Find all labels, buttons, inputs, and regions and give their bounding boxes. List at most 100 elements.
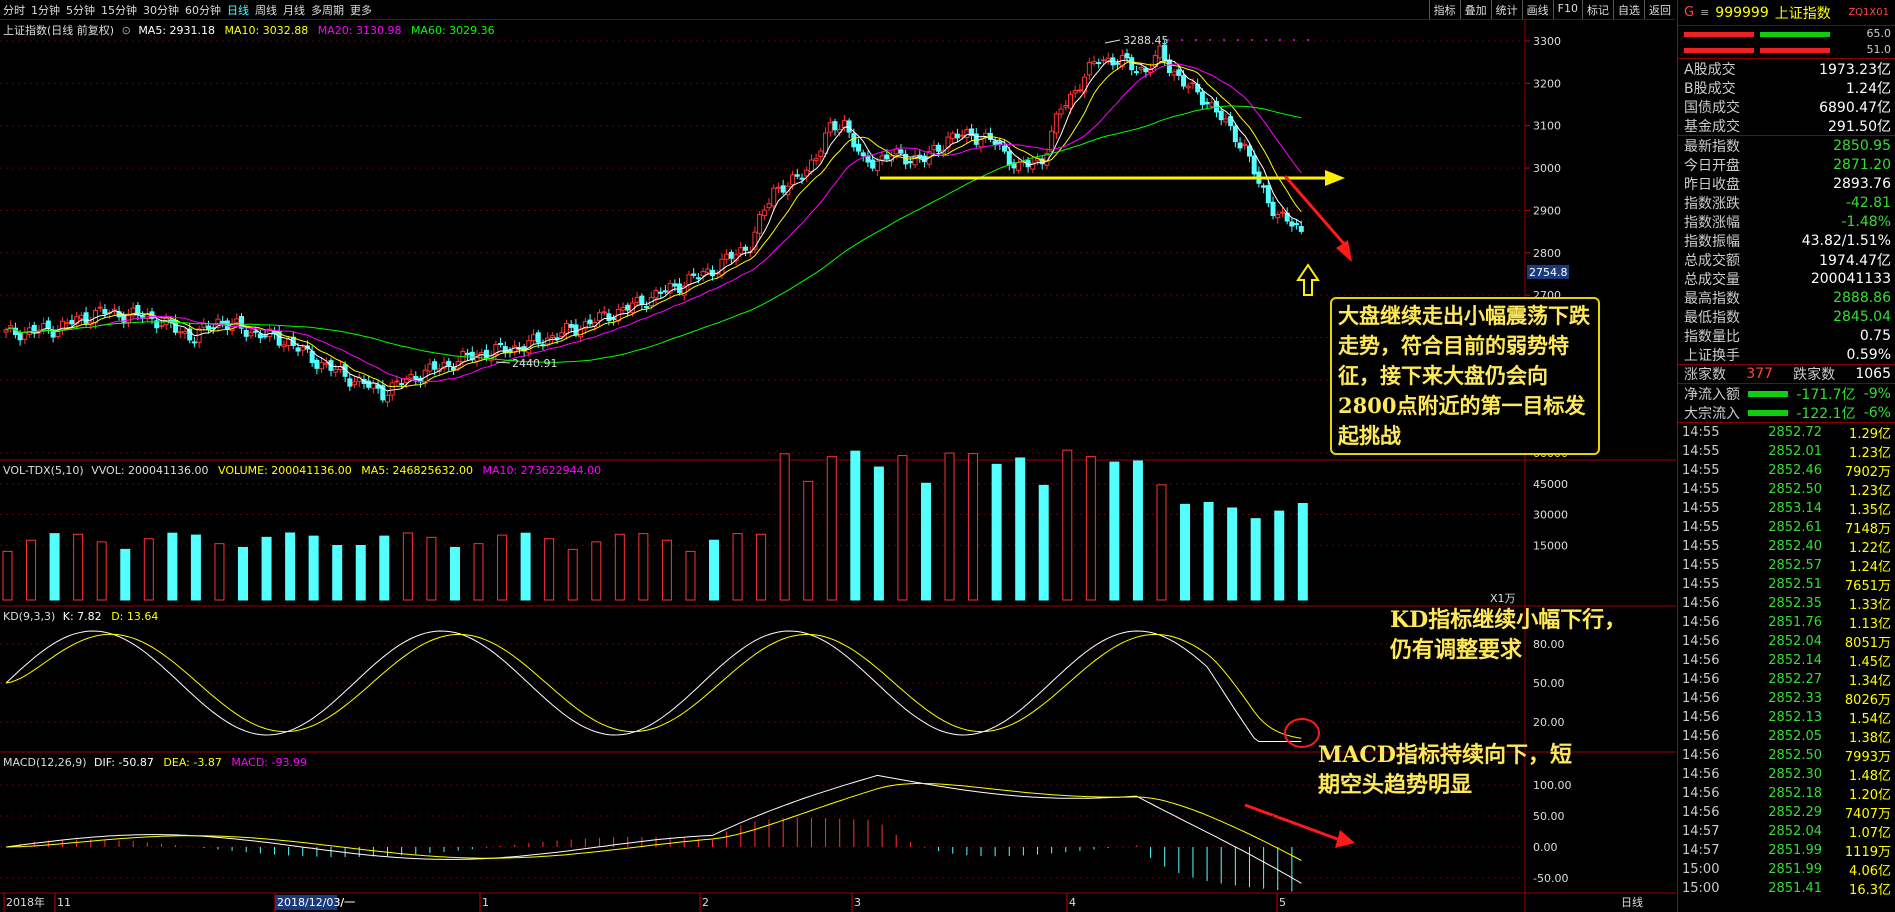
stat-label: 指数量比 [1684, 328, 1740, 345]
tick-time: 14:56 [1682, 615, 1720, 630]
stat-label: A股成交 [1684, 61, 1736, 78]
candle-body [1181, 75, 1187, 87]
candle-body [535, 332, 541, 343]
candle-body [813, 158, 819, 162]
tick-price: 2852.13 [1768, 710, 1822, 725]
candle-body [1063, 105, 1069, 108]
volume-bar [567, 548, 578, 601]
quote-panel: G ≡ 999999 上证指数 ZQ1X01 65.0 51.0 A股成交 197… [1677, 0, 1895, 912]
candle-body [314, 359, 320, 369]
mark-button[interactable]: 标记 [1582, 0, 1613, 19]
marker-dot [1167, 39, 1169, 41]
volume-bar [308, 535, 319, 601]
candle-body [573, 324, 579, 336]
stats-button[interactable]: 统计 [1490, 0, 1522, 19]
tick-row: 14:55 2852.51 7651万 [1678, 575, 1895, 594]
indicator-button[interactable]: 指标 [1428, 0, 1460, 19]
overlay-button[interactable]: 叠加 [1459, 0, 1491, 19]
candle-body [879, 155, 885, 161]
tick-time: 14:57 [1682, 824, 1720, 839]
tick-price: 2851.76 [1768, 615, 1822, 630]
candle-body [45, 320, 51, 329]
stat-value: 291.50亿 [1828, 118, 1891, 135]
stat-row: 上证换手 0.59% [1678, 345, 1895, 364]
tick-list[interactable]: 14:55 2852.72 1.29亿 14:55 2852.01 1.23亿 14:55 2… [1678, 422, 1895, 898]
advance-decline: 涨家数 377 跌家数 1065 [1678, 364, 1895, 383]
f10-button[interactable]: F10 [1552, 0, 1582, 19]
index-title: 上证指数 [1774, 5, 1831, 22]
tab-weekly[interactable]: 周线 [255, 2, 277, 18]
candle-body [243, 329, 249, 337]
tab-1min[interactable]: 1分钟 [31, 2, 60, 18]
candle-body [347, 378, 353, 387]
tick-row: 15:00 2851.41 16.3亿 [1678, 879, 1895, 898]
stat-label: 最低指数 [1684, 309, 1740, 326]
candle-body [644, 306, 650, 309]
candle-body [78, 314, 84, 320]
candle-body [757, 213, 763, 234]
tick-volume: 1.23亿 [1849, 484, 1891, 499]
macd-name: MACD(12,26,9) [3, 756, 87, 769]
candle-body [700, 271, 706, 277]
candle-body [1275, 214, 1281, 219]
volume-bar [968, 453, 979, 601]
volume-bar [779, 453, 790, 601]
candle-body [559, 332, 565, 338]
tick-time: 14:55 [1682, 444, 1720, 459]
volume-bar [190, 534, 201, 601]
tab-30min[interactable]: 30分钟 [143, 2, 179, 18]
candle-body [1058, 108, 1064, 115]
candle-body [1237, 142, 1243, 149]
tick-time: 14:56 [1682, 748, 1720, 763]
candle-body [1143, 68, 1149, 73]
tab-60min[interactable]: 60分钟 [185, 2, 221, 18]
tick-row: 14:57 2851.99 1119万 [1678, 841, 1895, 860]
candle-body [874, 160, 880, 172]
watchlist-button[interactable]: 自选 [1613, 0, 1644, 19]
volume-bar [261, 536, 272, 601]
date-label: 3 [854, 896, 861, 909]
tick-row: 14:55 2853.14 1.35亿 [1678, 499, 1895, 518]
candle-body [1072, 90, 1078, 94]
candle-body [446, 360, 452, 366]
stat-label: 昨日收盘 [1684, 176, 1740, 193]
vvol-value: VVOL: 200041136.00 [91, 464, 209, 477]
settings-icon[interactable]: ⊙ [122, 24, 131, 37]
candle-body [823, 132, 829, 154]
candle-body [611, 317, 617, 321]
candle-body [936, 144, 942, 152]
ma60-value: MA60: 3029.36 [410, 24, 495, 37]
menu-icon[interactable]: ≡ [1700, 6, 1709, 19]
volume-bar [1015, 457, 1026, 601]
tab-multi[interactable]: 多周期 [311, 2, 344, 18]
candle-body [1091, 60, 1097, 64]
flow-pct: -9% [1863, 385, 1891, 402]
tick-price: 2852.57 [1768, 558, 1822, 573]
stat-value: 6890.47亿 [1819, 99, 1891, 116]
candle-body [790, 174, 796, 185]
volume-bar [238, 546, 249, 601]
candle-body [323, 362, 329, 365]
candle-body [672, 283, 678, 287]
candle-body [1190, 82, 1196, 85]
back-button[interactable]: 返回 [1644, 0, 1675, 19]
tab-daily[interactable]: 日线 [227, 2, 249, 18]
tick-volume: 1119万 [1844, 845, 1891, 860]
draw-button[interactable]: 画线 [1521, 0, 1553, 19]
candle-body [1242, 143, 1248, 146]
candle-body [1251, 155, 1257, 175]
tab-monthly[interactable]: 月线 [283, 2, 305, 18]
candle-body [554, 337, 560, 340]
candle-body [738, 247, 744, 254]
tab-15min[interactable]: 15分钟 [101, 2, 137, 18]
macd-comment: MACD指标持续向下，短期空头趋势明显 [1318, 742, 1573, 798]
volume-bar [685, 550, 696, 601]
tab-5min[interactable]: 5分钟 [66, 2, 95, 18]
tab-fenshi[interactable]: 分时 [3, 2, 25, 18]
candle-body [262, 335, 268, 338]
tab-more[interactable]: 更多 [350, 2, 372, 18]
tick-row: 14:55 2852.72 1.29亿 [1678, 423, 1895, 442]
candle-body [1016, 162, 1022, 171]
tick-row: 14:56 2852.29 7407万 [1678, 803, 1895, 822]
candle-body [587, 319, 593, 325]
